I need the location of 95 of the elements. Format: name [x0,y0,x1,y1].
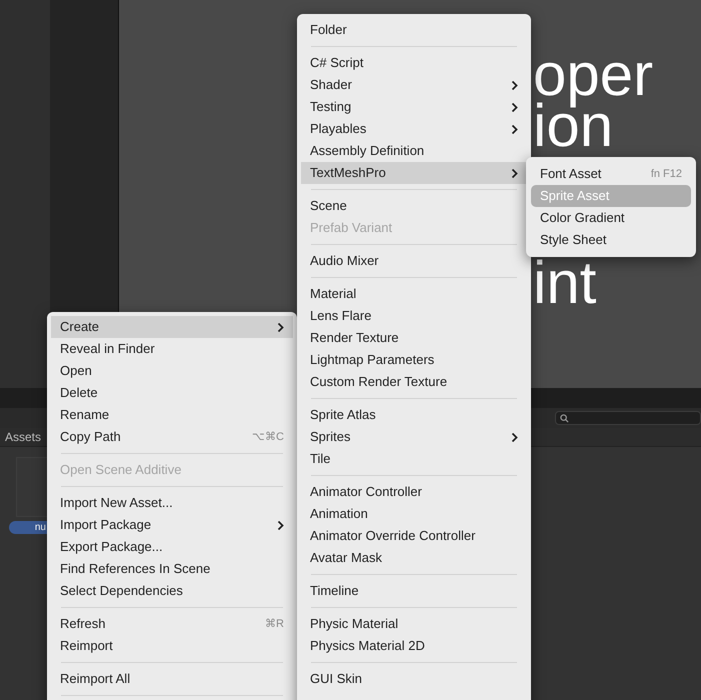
menu-item-label: Testing [310,98,352,116]
menu-item[interactable]: Timeline [301,580,527,602]
menu-item[interactable]: Animator Controller [301,481,527,503]
menu-item[interactable]: C# Script [301,52,527,74]
menu-item-label: Refresh [60,615,106,634]
menu-item-label: TextMeshPro [310,164,386,182]
menu-item[interactable]: Physics Material 2D [301,635,527,657]
menu-item-label: Custom Render Texture [310,373,448,392]
menu-item[interactable]: Refresh ⌘R [51,613,293,635]
menu-item[interactable]: Font Asset fn F12 [531,163,691,185]
menu-item[interactable]: Select Dependencies [51,580,293,602]
menu-item[interactable]: Color Gradient [531,207,691,229]
menu-item-label: Material [310,285,356,304]
menu-item[interactable]: Testing [301,96,527,118]
menu-item-label: Font Asset [540,165,602,184]
menu-item-label: Export Package... [60,538,163,556]
shortcut-text: ⌘R [265,616,284,632]
menu-item-label: Timeline [310,582,359,600]
menu-item[interactable]: Reimport All [51,668,293,690]
menu-item-label: Import Package [60,516,152,534]
menu-item-label: Sprites [310,428,350,446]
menu-item-label: Reimport [60,637,113,656]
menu-item-label: Playables [310,120,366,138]
menu-item-label: Color Gradient [540,209,625,228]
menu-item-label: Create [60,318,100,336]
menu-item[interactable]: Folder [301,19,527,41]
menu-item[interactable]: Sprites [301,426,527,448]
menu-item-label: Render Texture [310,329,399,348]
menu-item-label: Reimport All [60,670,130,688]
asset-name-label[interactable]: nu [9,521,47,534]
menu-item[interactable]: GUI Skin [301,668,527,690]
menu-item-label: Find References In Scene [60,560,210,578]
menu-item-label: Physics Material 2D [310,637,425,656]
menu-item[interactable]: Material [301,283,527,305]
scene-text: int [533,253,596,313]
menu-item-label: Open [60,362,92,380]
shortcut-text: fn F12 [650,166,682,182]
menu-item[interactable]: Find References In Scene [51,558,293,580]
menu-item[interactable]: Lens Flare [301,305,527,327]
menu-item[interactable]: Export Package... [51,536,293,558]
menu-item-label: Sprite Asset [540,187,610,206]
menu-item[interactable]: Assembly Definition [301,140,527,162]
menu-item[interactable]: Reveal in Finder [51,338,293,360]
menu-item[interactable]: Copy Path ⌥⌘C [51,426,293,448]
menu-item-label: C# Script [310,54,364,72]
menu-item-label: Assembly Definition [310,142,424,160]
menu-item[interactable]: Create [51,316,293,338]
menu-item-label: Animation [310,505,368,524]
menu-item-label: Copy Path [60,428,121,446]
menu-item[interactable]: Avatar Mask [301,547,527,569]
assets-tab[interactable]: Assets [0,428,46,446]
menu-item-label: Folder [310,21,347,40]
menu-item[interactable]: Shader [301,74,527,96]
menu-item[interactable]: Animation [301,503,527,525]
menu-item-label: Animator Override Controller [310,527,476,546]
menu-item[interactable]: Custom Render Texture [301,371,527,393]
menu-item-label: Rename [60,406,110,424]
menu-item[interactable]: Physic Material [301,613,527,635]
menu-item-label: Reveal in Finder [60,340,155,358]
menu-item[interactable]: Sprite Atlas [301,404,527,426]
menu-item[interactable]: Tile [301,448,527,470]
menu-item[interactable]: Audio Mixer [301,250,527,272]
menu-item[interactable]: Scene [301,195,527,217]
menu-item[interactable]: Style Sheet [531,229,691,251]
menu-item-label: Animator Controller [310,483,422,502]
menu-item-label: Avatar Mask [310,549,382,568]
search-icon [560,414,569,422]
menu-item[interactable]: Reimport [51,635,293,657]
menu-item[interactable]: Render Texture [301,327,527,349]
menu-item[interactable]: Import New Asset... [51,492,293,514]
menu-item[interactable]: Rename [51,404,293,426]
menu-item[interactable]: Lightmap Parameters [301,349,527,371]
menu-item-label: Tile [310,450,330,468]
menu-item-label: Shader [310,76,352,94]
search-field[interactable] [555,411,701,425]
menu-item-label: Prefab Variant [310,219,392,238]
menu-item-label: Physic Material [310,615,398,634]
menu-item-label: Delete [60,384,98,402]
menu-item-label: Audio Mixer [310,252,379,270]
menu-item[interactable]: Import Package [51,514,293,536]
menu-item[interactable]: Animator Override Controller [301,525,527,547]
menu-item-label: Style Sheet [540,231,606,250]
shortcut-text: ⌥⌘C [252,430,284,445]
menu-item[interactable]: Delete [51,382,293,404]
menu-item-label: Select Dependencies [60,582,183,600]
menu-item-label: GUI Skin [310,670,362,688]
menu-item-label: Lens Flare [310,307,372,326]
menu-item-label: Scene [310,197,347,216]
menu-item[interactable]: Playables [301,118,527,140]
menu-item-label: Lightmap Parameters [310,351,434,370]
menu-item[interactable]: Open [51,360,293,382]
menu-item-label: Sprite Atlas [310,406,376,424]
menu-item[interactable]: TextMeshPro [301,162,527,184]
menu-item-label: Open Scene Additive [60,461,182,480]
menu-item-label: Import New Asset... [60,494,173,512]
